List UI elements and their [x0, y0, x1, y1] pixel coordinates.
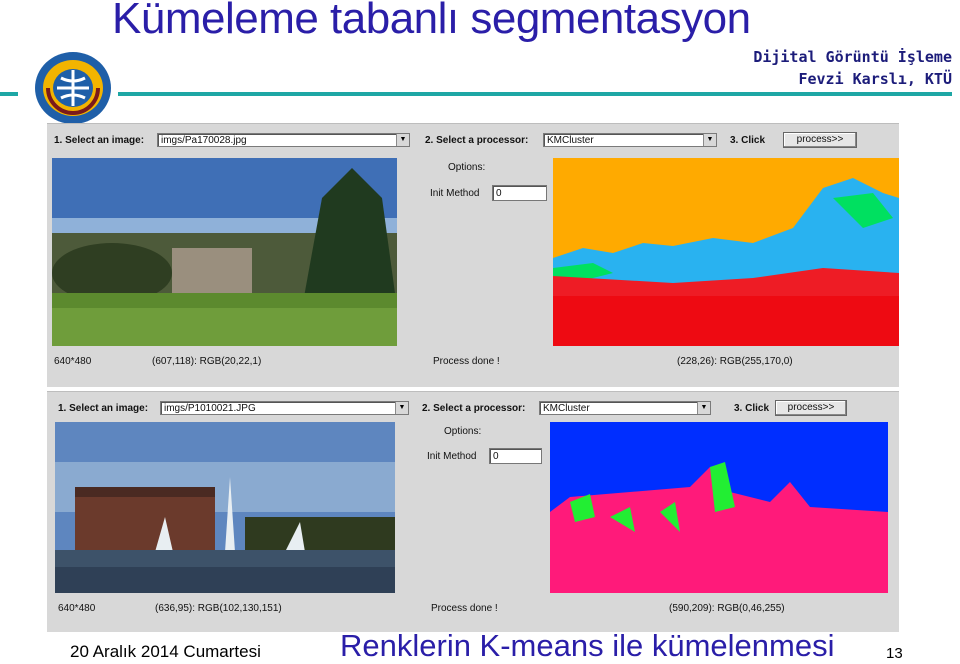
status-text: Process done ! — [433, 356, 500, 367]
original-image — [55, 422, 395, 593]
footer-caption: Renklerin K-means ile kümelenmesi — [340, 628, 835, 663]
processor-select-value: KMCluster — [543, 403, 590, 414]
footer-date: 20 Aralık 2014 Cumartesi — [70, 642, 261, 661]
course-name: Dijital Görüntü İşleme — [753, 48, 952, 66]
chevron-down-icon[interactable]: ▼ — [703, 134, 716, 146]
left-pixel-info: (607,118): RGB(20,22,1) — [152, 356, 262, 367]
click-label: 3. Click — [730, 135, 766, 146]
course-info: Dijital Görüntü İşleme Fevzi Karslı, KTÜ — [753, 46, 952, 90]
image-size-text: 640*480 — [54, 356, 92, 367]
original-image — [52, 158, 397, 346]
image-select-value: imgs/P1010021.JPG — [164, 403, 256, 414]
select-processor-label: 2. Select a processor: — [425, 135, 529, 146]
init-method-input[interactable]: 0 — [492, 185, 547, 201]
header-rule — [118, 92, 952, 96]
options-label: Options: — [448, 162, 486, 173]
header-rule-left — [0, 92, 18, 96]
select-image-label: 1. Select an image: — [58, 403, 149, 414]
author-name: Fevzi Karslı, KTÜ — [798, 70, 952, 88]
processor-select[interactable]: KMCluster ▼ — [539, 401, 711, 415]
university-logo — [35, 52, 111, 124]
slide-title: Kümeleme tabanlı segmentasyon — [112, 0, 751, 43]
chevron-down-icon[interactable]: ▼ — [395, 402, 408, 414]
left-pixel-info: (636,95): RGB(102,130,151) — [155, 603, 282, 614]
image-select[interactable]: imgs/P1010021.JPG ▼ — [160, 401, 409, 415]
select-processor-label: 2. Select a processor: — [422, 403, 526, 414]
process-button[interactable]: process>> — [783, 132, 857, 148]
segmentation-app-panel-2: 1. Select an image: imgs/P1010021.JPG ▼ … — [47, 391, 899, 632]
chevron-down-icon[interactable]: ▼ — [396, 134, 409, 146]
page-number: 13 — [886, 645, 903, 662]
right-pixel-info: (590,209): RGB(0,46,255) — [669, 603, 785, 614]
select-image-label: 1. Select an image: — [54, 135, 145, 146]
click-label: 3. Click — [734, 403, 770, 414]
image-select-value: imgs/Pa170028.jpg — [161, 135, 247, 146]
image-select[interactable]: imgs/Pa170028.jpg ▼ — [157, 133, 410, 147]
segmented-image — [550, 422, 888, 593]
processor-select-value: KMCluster — [547, 135, 594, 146]
right-pixel-info: (228,26): RGB(255,170,0) — [677, 356, 793, 367]
init-method-label: Init Method — [427, 451, 477, 462]
status-text: Process done ! — [431, 603, 498, 614]
init-method-input[interactable]: 0 — [489, 448, 542, 464]
options-label: Options: — [444, 426, 482, 437]
init-method-label: Init Method — [430, 188, 480, 199]
image-size-text: 640*480 — [58, 603, 96, 614]
process-button[interactable]: process>> — [775, 400, 847, 416]
processor-select[interactable]: KMCluster ▼ — [543, 133, 717, 147]
segmented-image — [553, 158, 899, 346]
chevron-down-icon[interactable]: ▼ — [697, 402, 710, 414]
segmentation-app-panel-1: 1. Select an image: imgs/Pa170028.jpg ▼ … — [47, 123, 899, 387]
